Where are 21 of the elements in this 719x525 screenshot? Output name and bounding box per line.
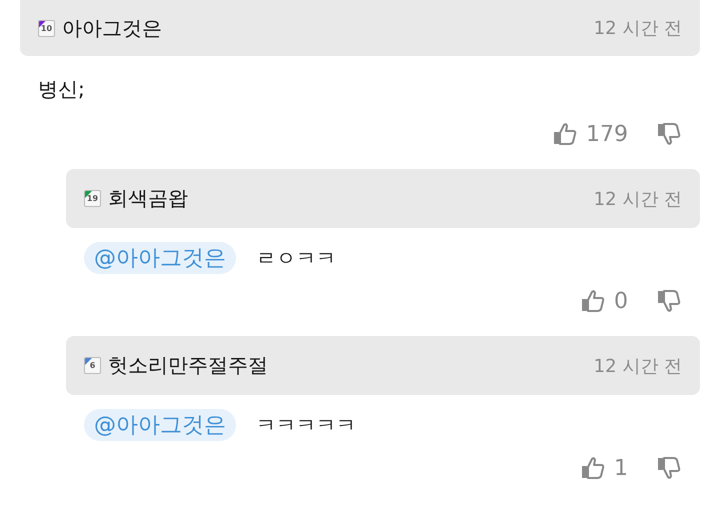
level-badge: 10 <box>38 20 55 36</box>
level-badge: 19 <box>84 190 101 207</box>
like-count: 179 <box>586 122 628 146</box>
username[interactable]: 회색곰왑 <box>108 185 188 212</box>
timestamp: 12 시간 전 <box>594 354 682 378</box>
comment-text: 병신; <box>38 76 85 103</box>
thumbs-down-icon[interactable] <box>656 121 682 147</box>
username[interactable]: 아아그것은 <box>62 14 162 42</box>
thumbs-up-icon[interactable] <box>580 455 606 481</box>
like-count: 0 <box>614 288 628 314</box>
thumbs-down-icon[interactable] <box>656 288 682 314</box>
level-badge: 6 <box>84 357 101 374</box>
like-count: 1 <box>614 456 628 480</box>
timestamp: 12 시간 전 <box>594 17 682 40</box>
thumbs-down-icon[interactable] <box>656 455 682 481</box>
username[interactable]: 헛소리만주절주절 <box>108 352 268 379</box>
comment-text: ㄹㅇㅋㅋ <box>256 244 336 272</box>
timestamp: 12 시간 전 <box>594 188 682 210</box>
thumbs-up-icon[interactable] <box>552 121 578 147</box>
thumbs-up-icon[interactable] <box>580 288 606 314</box>
comment-text: ㅋㅋㅋㅋㅋ <box>256 412 356 438</box>
